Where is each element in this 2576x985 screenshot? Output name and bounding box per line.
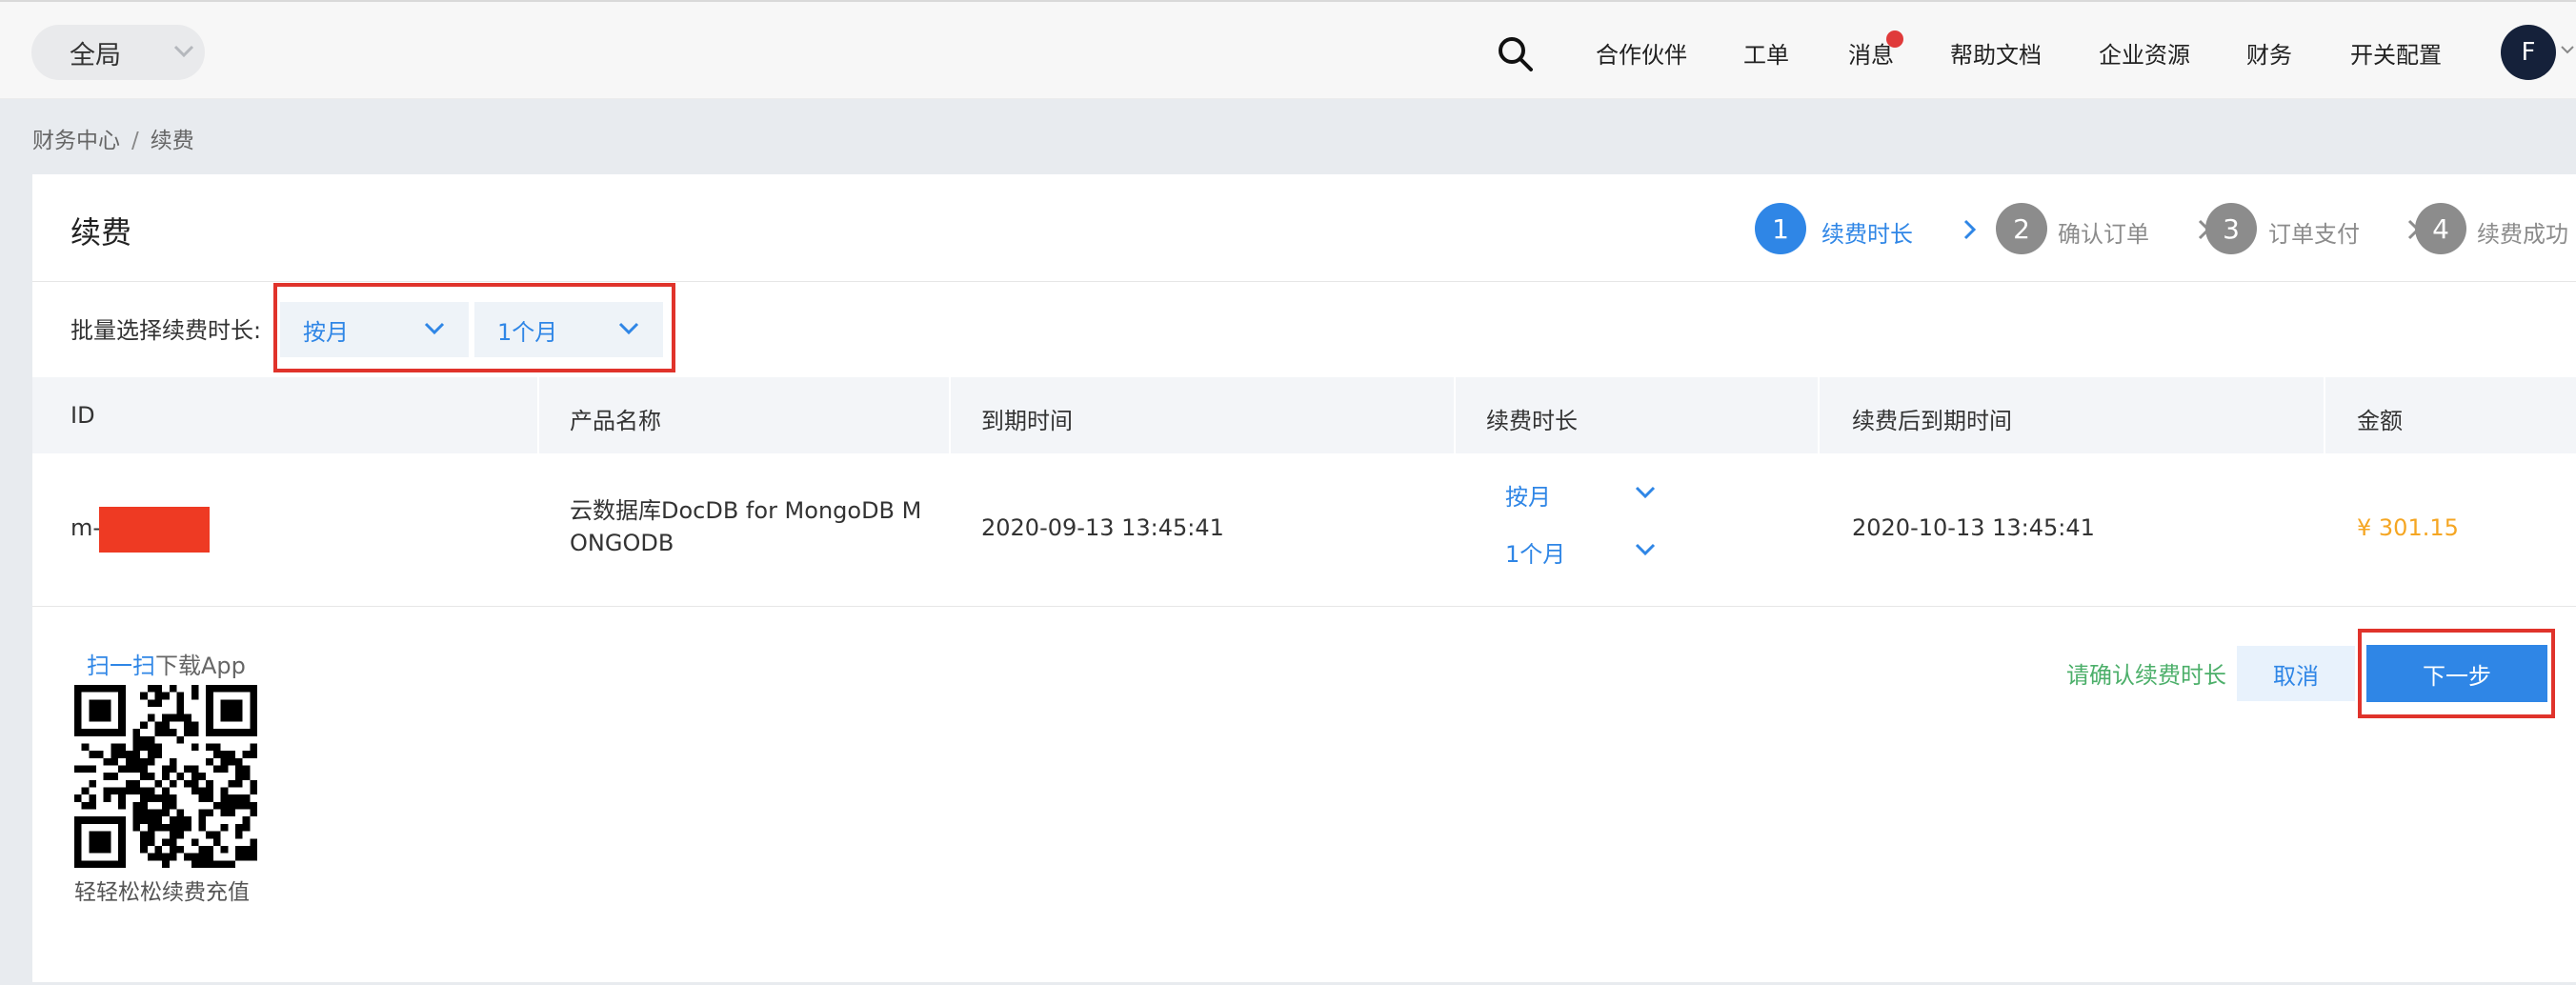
confirm-duration-note: 请确认续费时长 — [2066, 662, 2226, 689]
step-1-label: 续费时长 — [1821, 221, 1913, 248]
table-header: ID 产品名称 到期时间 续费时长 续费后到期时间 金额 — [32, 377, 2576, 453]
step-3-label: 订单支付 — [2268, 221, 2360, 248]
redaction-block — [99, 507, 210, 553]
header-divider — [32, 281, 2576, 282]
chevron-right-icon — [1963, 219, 1977, 240]
qr-code-image — [74, 685, 257, 868]
chevron-down-icon — [1635, 486, 1656, 499]
qr-caption: 轻轻松松续费充值 — [74, 880, 250, 905]
row-duration-select[interactable]: 1个月 — [1505, 535, 1658, 568]
qr-download-title: 扫一扫下载App — [87, 647, 246, 680]
row-new-expire-time: 2020-10-13 13:45:41 — [1852, 514, 2095, 541]
step-3-circle: 3 — [2205, 203, 2257, 254]
table-row: m- 云数据库DocDB for MongoDB M ONGODB 2020-0… — [32, 453, 2576, 607]
row-amount: ¥ 301.15 — [2357, 514, 2459, 541]
avatar-initial: F — [2521, 38, 2536, 67]
column-divider — [1454, 377, 1456, 453]
chevron-down-icon — [173, 45, 194, 58]
nav-enterprise-resources[interactable]: 企业资源 — [2099, 36, 2190, 70]
qr-scan-text: 扫一扫 — [87, 653, 155, 679]
column-header-id: ID — [70, 402, 95, 429]
renewal-card: 续费 1 续费时长 2 确认订单 3 订单支付 4 续费成功 批量选择续费时长:… — [32, 174, 2576, 982]
column-header-duration: 续费时长 — [1486, 408, 1578, 434]
nav-finance[interactable]: 财务 — [2246, 36, 2292, 70]
region-label: 全局 — [70, 40, 121, 70]
column-divider — [2324, 377, 2325, 453]
row-duration-value: 1个月 — [1505, 541, 1566, 568]
nav-switch-config[interactable]: 开关配置 — [2350, 36, 2442, 70]
step-4-number: 4 — [2432, 212, 2449, 245]
column-header-amount: 金额 — [2357, 408, 2403, 434]
highlight-box-next-button — [2358, 629, 2555, 718]
column-divider — [1818, 377, 1820, 453]
step-3-number: 3 — [2223, 212, 2240, 245]
column-header-product: 产品名称 — [570, 408, 661, 434]
nav-help-docs[interactable]: 帮助文档 — [1950, 36, 2042, 70]
column-header-new-expire: 续费后到期时间 — [1852, 408, 2012, 434]
chevron-down-icon — [1635, 543, 1656, 556]
row-product-line1: 云数据库DocDB for MongoDB M — [570, 497, 922, 524]
row-unit-select[interactable]: 按月 — [1505, 478, 1658, 511]
top-navigation-bar: 全局 合作伙伴 工单 消息 帮助文档 企业资源 财务 开关配置 F — [0, 0, 2576, 99]
message-badge-dot — [1886, 30, 1903, 48]
step-4-label: 续费成功 — [2477, 221, 2568, 248]
step-1-circle: 1 — [1755, 203, 1806, 254]
breadcrumb-finance-center[interactable]: 财务中心 — [32, 129, 120, 153]
region-selector[interactable]: 全局 — [31, 25, 205, 80]
step-4-circle: 4 — [2415, 203, 2466, 254]
chevron-down-icon[interactable] — [2561, 46, 2574, 55]
row-unit-value: 按月 — [1505, 484, 1551, 511]
cancel-button[interactable]: 取消 — [2237, 646, 2355, 701]
breadcrumb: 财务中心 / 续费 — [32, 122, 194, 154]
column-divider — [537, 377, 539, 453]
column-divider — [949, 377, 951, 453]
page-title: 续费 — [70, 214, 132, 251]
highlight-box-batch-select — [273, 283, 675, 372]
nav-tickets[interactable]: 工单 — [1743, 36, 1789, 70]
nav-partners[interactable]: 合作伙伴 — [1596, 36, 1687, 70]
qr-download-text: 下载App — [155, 653, 246, 679]
breadcrumb-separator: / — [131, 129, 139, 153]
step-2-circle: 2 — [1996, 203, 2047, 254]
breadcrumb-current: 续费 — [150, 129, 194, 153]
avatar[interactable]: F — [2501, 25, 2556, 80]
step-1-number: 1 — [1772, 212, 1789, 245]
column-header-expire: 到期时间 — [981, 408, 1073, 434]
batch-duration-label: 批量选择续费时长: — [70, 317, 262, 344]
row-id: m- — [70, 514, 102, 541]
step-2-number: 2 — [2013, 212, 2030, 245]
step-2-label: 确认订单 — [2058, 221, 2149, 248]
row-product-line2: ONGODB — [570, 530, 674, 556]
row-expire-time: 2020-09-13 13:45:41 — [981, 514, 1224, 541]
search-icon[interactable] — [1496, 34, 1534, 72]
